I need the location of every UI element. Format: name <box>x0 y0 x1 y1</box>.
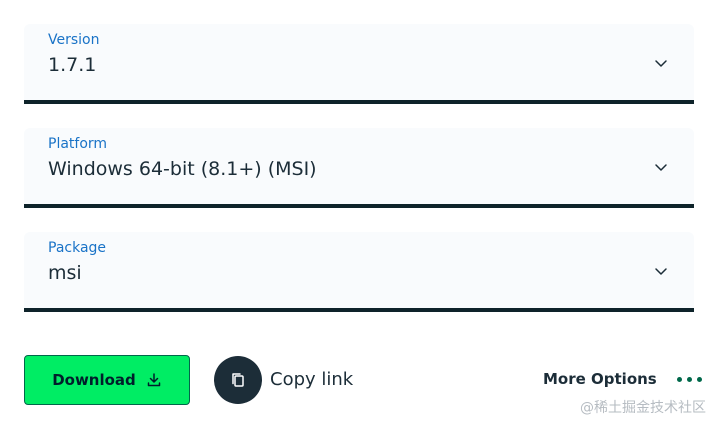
copy-link-label[interactable]: Copy link <box>270 369 353 390</box>
download-button[interactable]: Download <box>24 355 190 405</box>
more-options-button[interactable]: More Options <box>543 370 702 388</box>
package-select[interactable]: Package msi <box>24 232 694 312</box>
platform-label: Platform <box>48 136 108 152</box>
package-label: Package <box>48 240 107 256</box>
copy-link-button[interactable] <box>214 356 262 404</box>
chevron-down-icon <box>655 268 667 275</box>
package-value: msi <box>48 262 82 284</box>
platform-value: Windows 64-bit (8.1+) (MSI) <box>48 158 317 180</box>
copy-icon <box>232 373 244 387</box>
version-value: 1.7.1 <box>48 54 97 76</box>
platform-select[interactable]: Platform Windows 64-bit (8.1+) (MSI) <box>24 128 694 208</box>
download-page: Version 1.7.1 Platform Windows 64-bit (8… <box>0 0 720 430</box>
version-select[interactable]: Version 1.7.1 <box>24 24 694 104</box>
chevron-down-icon <box>655 60 667 67</box>
download-button-label: Download <box>52 371 136 389</box>
download-icon <box>147 373 161 387</box>
more-options-label: More Options <box>543 370 657 388</box>
version-label: Version <box>48 32 100 48</box>
more-dots-icon <box>676 376 702 382</box>
watermark: @稀土掘金技术社区 <box>580 400 706 416</box>
chevron-down-icon <box>655 164 667 171</box>
